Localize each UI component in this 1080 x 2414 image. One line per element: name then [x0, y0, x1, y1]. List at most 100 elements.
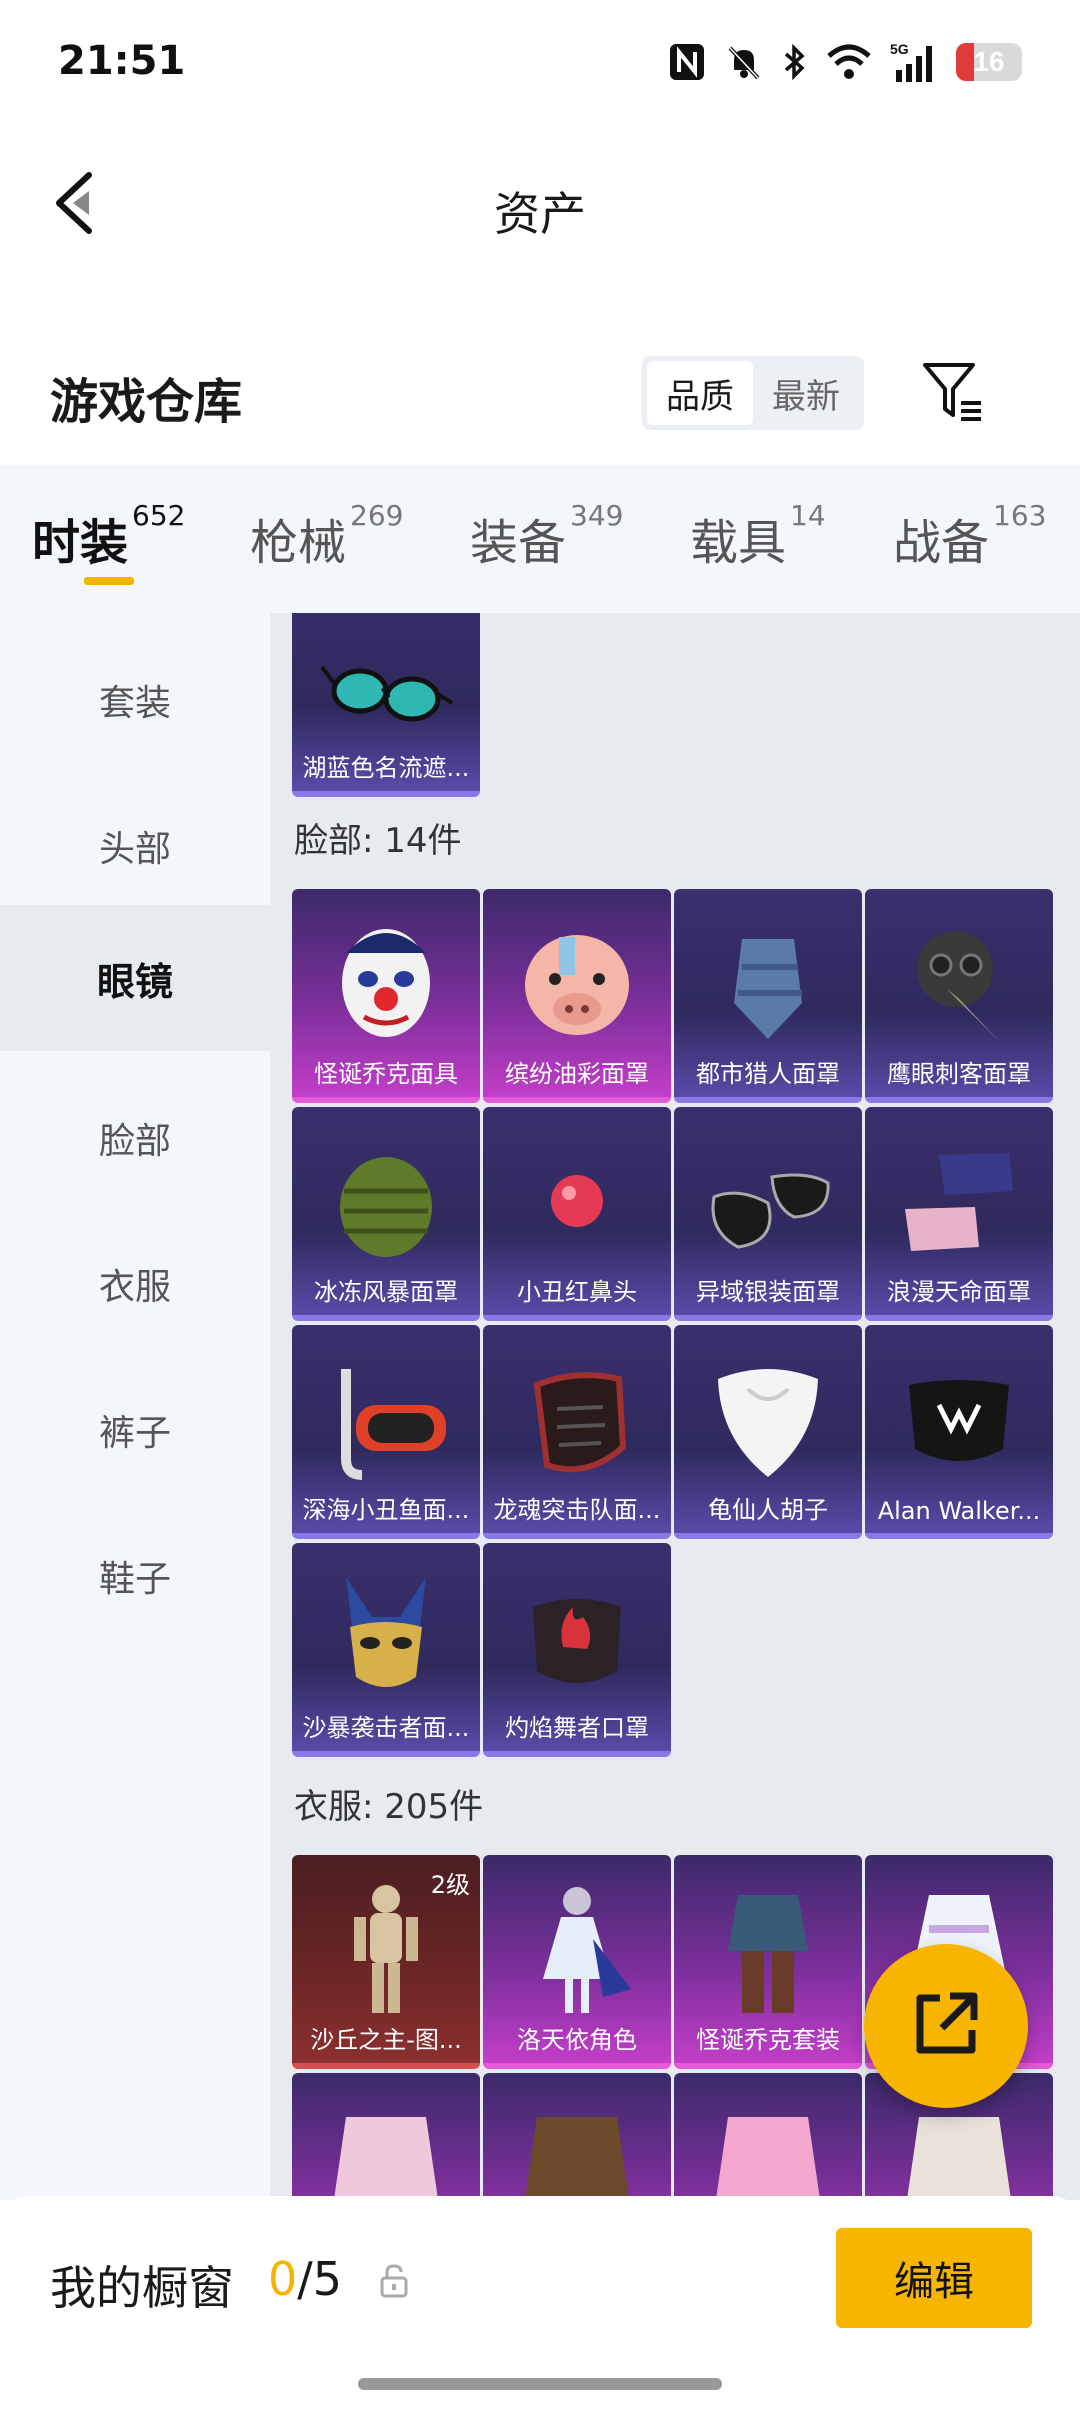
filter-button[interactable]	[918, 358, 988, 428]
filter-icon	[921, 359, 985, 427]
item-card[interactable]: 灼焰舞者口罩	[483, 1543, 671, 1757]
item-card[interactable]: 怪诞乔克套装	[674, 1855, 862, 2069]
item-name: 小丑红鼻头	[517, 1278, 637, 1306]
showcase-bar: 我的橱窗 0/5 编辑	[0, 2196, 1080, 2414]
wifi-icon	[826, 40, 872, 84]
outfit-icon	[889, 2097, 1029, 2200]
item-card[interactable]: 洛天依角色	[483, 1855, 671, 2069]
cloth-mask-icon	[889, 1131, 1029, 1271]
category-tabs: 时装 652 枪械 269 装备 349 载具 14 战备 163	[0, 465, 1080, 613]
bluetooth-icon	[782, 40, 808, 84]
section-title-face: 脸部: 14件	[294, 821, 462, 861]
black-mask-icon	[889, 1349, 1029, 1489]
outfit-icon	[507, 2097, 647, 2200]
sunglasses-icon	[316, 613, 456, 747]
item-name: 怪诞乔克面具	[314, 1060, 458, 1088]
tab-count: 652	[132, 499, 186, 532]
tab-guns[interactable]: 枪械 269	[250, 499, 403, 573]
assault-mask-icon	[507, 1349, 647, 1489]
item-card[interactable]: 深海小丑鱼面...	[292, 1325, 480, 1539]
item-name: Alan Walker...	[877, 1497, 1041, 1525]
flame-mask-icon	[507, 1567, 647, 1707]
item-name: 洛天依角色	[517, 2026, 637, 2054]
item-name: 湖蓝色名流遮...	[302, 754, 470, 782]
item-card[interactable]: 鹰眼刺客面罩	[865, 889, 1053, 1103]
showcase-label: 我的橱窗	[50, 2261, 234, 2315]
outfit-icon	[316, 2097, 456, 2200]
sort-by-quality[interactable]: 品质	[647, 361, 753, 425]
sidebar: 套装 头部 眼镜 脸部 衣服 裤子 鞋子	[0, 613, 270, 2200]
tab-vehicles[interactable]: 载具 14	[690, 499, 826, 573]
item-card[interactable]: 都市猎人面罩	[674, 889, 862, 1103]
item-card[interactable]: 异域银装面罩	[674, 1107, 862, 1321]
section-title-clothes: 衣服: 205件	[294, 1787, 484, 1827]
snorkel-mask-icon	[316, 1349, 456, 1489]
plague-mask-icon	[889, 913, 1029, 1053]
outfit-icon	[698, 2097, 838, 2200]
item-card[interactable]: 怪诞乔克面具	[292, 889, 480, 1103]
home-indicator[interactable]	[358, 2378, 722, 2390]
sort-by-newest[interactable]: 最新	[753, 361, 859, 425]
warehouse-title: 游戏仓库	[50, 374, 243, 430]
status-icons: 5G 16	[668, 40, 1022, 84]
tab-fashion[interactable]: 时装 652	[32, 499, 185, 573]
sidebar-item-face[interactable]: 脸部	[0, 1065, 270, 1211]
page-title: 资产	[494, 187, 586, 241]
battery-level: 16	[973, 46, 1005, 77]
item-card[interactable]: 冰冻风暴面罩	[292, 1107, 480, 1321]
item-card[interactable]: 浪漫天命面罩	[865, 1107, 1053, 1321]
item-card[interactable]: 2级 沙丘之主-图...	[292, 1855, 480, 2069]
active-tab-indicator	[84, 577, 134, 585]
scarf-mask-icon	[316, 1131, 456, 1271]
tab-combat-gear[interactable]: 战备 163	[893, 499, 1046, 573]
character-outfit-icon	[507, 1879, 647, 2019]
item-name: 冰冻风暴面罩	[314, 1278, 458, 1306]
item-card[interactable]: 龟仙人胡子	[674, 1325, 862, 1539]
item-card[interactable]: 沙暴袭击者面...	[292, 1543, 480, 1757]
share-icon	[910, 1988, 982, 2064]
item-card[interactable]: 缤纷油彩面罩	[483, 889, 671, 1103]
app-header: 资产	[0, 150, 1080, 260]
tab-label: 装备	[470, 515, 567, 571]
item-name: 都市猎人面罩	[696, 1060, 840, 1088]
mummy-outfit-icon	[316, 1879, 456, 2019]
tab-label: 载具	[690, 515, 787, 571]
tab-count: 349	[570, 499, 624, 532]
status-time: 21:51	[58, 38, 186, 84]
item-card[interactable]	[292, 2073, 480, 2200]
clown-mask-icon	[316, 913, 456, 1053]
item-name: 鹰眼刺客面罩	[887, 1060, 1031, 1088]
item-card[interactable]	[674, 2073, 862, 2200]
tab-label: 时装	[32, 515, 129, 571]
sidebar-item-head[interactable]: 头部	[0, 773, 270, 919]
tab-count: 269	[350, 499, 404, 532]
item-card[interactable]: 湖蓝色名流遮...	[292, 613, 480, 797]
item-card[interactable]: 小丑红鼻头	[483, 1107, 671, 1321]
item-name: 怪诞乔克套装	[696, 2026, 840, 2054]
sidebar-item-glasses[interactable]: 眼镜	[0, 905, 270, 1051]
joker-suit-icon	[698, 1879, 838, 2019]
edit-button[interactable]: 编辑	[836, 2228, 1032, 2328]
sidebar-item-shoes[interactable]: 鞋子	[0, 1503, 270, 1649]
share-button[interactable]	[864, 1944, 1028, 2108]
svg-text:5G: 5G	[890, 41, 909, 57]
tab-equipment[interactable]: 装备 349	[470, 499, 623, 573]
showcase-total: /5	[297, 2252, 343, 2306]
lock-icon	[376, 2262, 412, 2298]
sort-toggle: 品质 最新	[642, 356, 864, 430]
item-card[interactable]	[483, 2073, 671, 2200]
item-card[interactable]: 龙魂突击队面...	[483, 1325, 671, 1539]
tab-count: 14	[790, 499, 826, 532]
beard-icon	[698, 1349, 838, 1489]
warehouse-header: 游戏仓库 品质 最新	[0, 350, 1080, 470]
showcase-count: 0/5	[268, 2252, 342, 2306]
item-name: 沙丘之主-图...	[310, 2026, 462, 2054]
pharaoh-mask-icon	[316, 1567, 456, 1707]
sidebar-item-suits[interactable]: 套装	[0, 627, 270, 773]
sidebar-item-clothes[interactable]: 衣服	[0, 1211, 270, 1357]
sidebar-item-pants[interactable]: 裤子	[0, 1357, 270, 1503]
item-name: 灼焰舞者口罩	[505, 1714, 649, 1742]
status-bar: 21:51 5G 16	[0, 0, 1080, 120]
item-card[interactable]: Alan Walker...	[865, 1325, 1053, 1539]
pig-mask-icon	[507, 913, 647, 1053]
